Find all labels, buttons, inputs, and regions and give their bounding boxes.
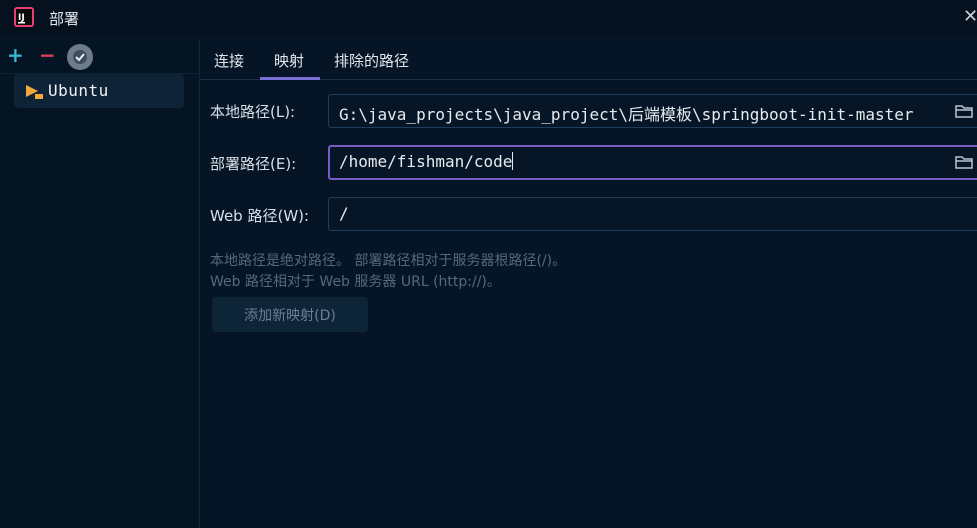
svg-text:IJ: IJ: [18, 13, 25, 23]
app-logo-icon: IJ: [14, 7, 34, 27]
local-path-field[interactable]: G:\java_projects\java_project\后端模板\sprin…: [328, 94, 977, 128]
sftp-server-icon: [26, 85, 43, 99]
server-list-pane: + − Ubuntu: [0, 40, 200, 528]
server-item-ubuntu[interactable]: Ubuntu: [14, 74, 184, 108]
text-cursor: [512, 152, 514, 170]
deploy-path-label: 部署路径(E):: [210, 155, 297, 173]
server-label: Ubuntu: [48, 81, 109, 100]
local-path-label: 本地路径(L):: [210, 103, 296, 121]
add-mapping-button[interactable]: 添加新映射(D): [212, 297, 368, 332]
add-server-button[interactable]: +: [7, 43, 24, 67]
tab-excluded-paths[interactable]: 排除的路径: [334, 50, 409, 71]
web-path-field[interactable]: /: [328, 197, 977, 231]
close-icon[interactable]: ✕: [963, 6, 977, 26]
remove-server-button[interactable]: −: [39, 43, 56, 67]
folder-icon[interactable]: [955, 155, 973, 169]
window-title: 部署: [49, 10, 80, 28]
tab-mappings[interactable]: 映射: [274, 50, 304, 71]
deploy-path-field[interactable]: /home/fishman/code: [328, 145, 977, 180]
title-bar: IJ 部署 ✕: [0, 0, 977, 36]
tab-bar: 连接 映射 排除的路径: [200, 42, 977, 80]
local-path-value: G:\java_projects\java_project\后端模板\sprin…: [339, 105, 914, 124]
tab-connection[interactable]: 连接: [214, 50, 244, 71]
web-path-label: Web 路径(W):: [210, 207, 310, 225]
hint-line-2: Web 路径相对于 Web 服务器 URL (http://)。: [210, 274, 501, 290]
folder-icon[interactable]: [955, 104, 973, 118]
hint-line-1: 本地路径是绝对路径。 部署路径相对于服务器根路径(/)。: [210, 253, 567, 269]
server-list-toolbar: + −: [0, 40, 200, 74]
active-tab-indicator: [260, 77, 320, 80]
web-path-value: /: [339, 204, 349, 223]
check-badge-icon[interactable]: [67, 44, 93, 70]
deploy-path-value: /home/fishman/code: [339, 152, 514, 171]
